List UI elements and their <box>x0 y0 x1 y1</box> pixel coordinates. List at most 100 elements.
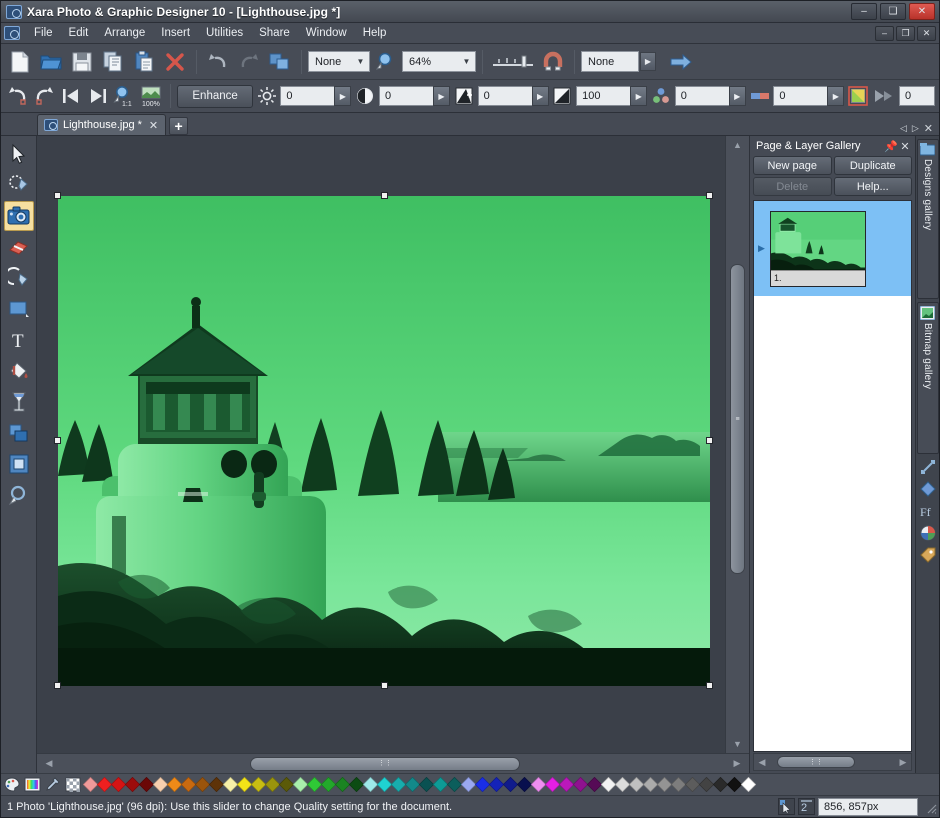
save-document-icon[interactable] <box>67 47 97 77</box>
tint-increment[interactable]: ▶ <box>827 86 845 106</box>
brightness-increment[interactable]: ▶ <box>334 86 352 106</box>
color-swatch[interactable] <box>348 777 364 792</box>
maximize-button[interactable]: ❑ <box>880 3 906 20</box>
contrast-increment[interactable]: ▶ <box>432 86 450 106</box>
panel-scroll-right[interactable]: ▶ <box>896 755 910 769</box>
selection-handle-middle-left[interactable] <box>54 437 61 444</box>
menu-arrange[interactable]: Arrange <box>96 25 153 41</box>
redo-icon[interactable] <box>32 81 58 111</box>
zoom-icon[interactable] <box>371 47 401 77</box>
color-swatch[interactable] <box>628 777 644 792</box>
next-photo-icon[interactable] <box>85 81 111 111</box>
resize-grip-icon[interactable] <box>923 800 937 814</box>
fill-bucket-icon[interactable] <box>4 356 34 386</box>
selection-handle-bottom-center[interactable] <box>381 682 388 689</box>
sharpen-icon[interactable] <box>451 81 477 111</box>
undo-icon[interactable] <box>203 47 233 77</box>
designs-gallery-tab[interactable]: Designs gallery <box>916 139 939 299</box>
duplicate-icon[interactable] <box>265 47 295 77</box>
palette-edit-icon[interactable] <box>3 776 22 794</box>
saturation-value[interactable]: 100 <box>576 86 631 106</box>
menu-insert[interactable]: Insert <box>153 25 198 41</box>
color-swatch[interactable] <box>292 777 308 792</box>
selection-handle-bottom-left[interactable] <box>54 682 61 689</box>
page-select[interactable]: None ▼ <box>308 51 370 72</box>
color-swatch[interactable] <box>684 777 700 792</box>
color-swatch[interactable] <box>152 777 168 792</box>
color-swatch[interactable] <box>264 777 280 792</box>
tint-value[interactable]: 0 <box>773 86 828 106</box>
color-swatch[interactable] <box>362 777 378 792</box>
color-swatch[interactable] <box>376 777 392 792</box>
eraser-tool[interactable] <box>4 232 34 262</box>
zoom-select[interactable]: 64% ▼ <box>402 51 476 72</box>
goblet-icon[interactable] <box>4 387 34 417</box>
tab-next-icon[interactable]: ▷ <box>912 123 919 134</box>
delete-icon[interactable] <box>160 47 190 77</box>
font-gallery-icon[interactable]: Ff <box>918 501 938 521</box>
saturation-icon[interactable] <box>550 81 576 111</box>
brightness-value[interactable]: 0 <box>280 86 335 106</box>
sharpen-increment[interactable]: ▶ <box>531 86 549 106</box>
color-balance-icon[interactable] <box>648 81 674 111</box>
name-gallery-icon[interactable] <box>918 545 938 565</box>
color-swatch[interactable] <box>96 777 112 792</box>
color-swatch[interactable] <box>278 777 294 792</box>
shape-editor-tool[interactable] <box>4 170 34 200</box>
document-restore-button[interactable]: ❐ <box>896 25 915 41</box>
layer-select-dropdown[interactable]: ▶ <box>640 52 656 71</box>
clipart-gallery-icon[interactable] <box>918 479 938 499</box>
document-tab[interactable]: Lighthouse.jpg * ✕ <box>37 114 167 135</box>
photo-tool[interactable] <box>3 201 34 231</box>
color-swatch[interactable] <box>250 777 266 792</box>
color-swatch[interactable] <box>180 777 196 792</box>
shadow-icon[interactable] <box>4 418 34 448</box>
freehand-pen-icon[interactable] <box>4 263 34 293</box>
color-swatch[interactable] <box>334 777 350 792</box>
color-swatch[interactable] <box>320 777 336 792</box>
new-tab-button[interactable]: + <box>169 117 189 135</box>
color-swatch[interactable] <box>544 777 560 792</box>
selection-handle-top-center[interactable] <box>381 192 388 199</box>
duplicate-page-button[interactable]: Duplicate <box>833 156 912 175</box>
color-swatch[interactable] <box>726 777 742 792</box>
color-swatch[interactable] <box>390 777 406 792</box>
camera-icon[interactable] <box>4 26 20 40</box>
color-swatch[interactable] <box>502 777 518 792</box>
color-swatch[interactable] <box>166 777 182 792</box>
color-swatches[interactable] <box>83 777 937 792</box>
canvas-horizontal-scrollbar[interactable]: ◀ ⋮⋮ ▶ <box>37 753 749 773</box>
color-swatch[interactable] <box>432 777 448 792</box>
document-canvas[interactable] <box>37 136 725 753</box>
color-editor-icon[interactable] <box>23 776 42 794</box>
temperature-increment[interactable]: ▶ <box>728 86 746 106</box>
menu-help[interactable]: Help <box>355 25 395 41</box>
close-button[interactable]: ✕ <box>909 3 935 20</box>
menu-window[interactable]: Window <box>298 25 355 41</box>
redo-icon[interactable] <box>234 47 264 77</box>
color-swatch[interactable] <box>670 777 686 792</box>
color-swatch[interactable] <box>614 777 630 792</box>
color-swatch[interactable] <box>124 777 140 792</box>
color-swatch[interactable] <box>446 777 462 792</box>
fill-gallery-icon[interactable] <box>918 457 938 477</box>
tab-close-icon[interactable]: ✕ <box>924 122 933 135</box>
tab-prev-icon[interactable]: ◁ <box>900 123 907 134</box>
close-icon[interactable]: ✕ <box>898 139 912 153</box>
canvas-vertical-scrollbar[interactable]: ▲ ≡ ▼ <box>725 136 749 753</box>
rectangle-tool[interactable] <box>4 294 34 324</box>
color-swatch[interactable] <box>572 777 588 792</box>
paste-icon[interactable] <box>129 47 159 77</box>
color-swatch[interactable] <box>404 777 420 792</box>
brightness-stepper[interactable]: 0 ▶ <box>280 86 352 106</box>
color-swatch[interactable] <box>558 777 574 792</box>
pin-icon[interactable]: 📌 <box>884 139 898 153</box>
bitmap-gallery-tab[interactable]: Bitmap gallery <box>916 302 939 454</box>
temperature-stepper[interactable]: 0 ▶ <box>674 86 746 106</box>
menu-share[interactable]: Share <box>251 25 298 41</box>
contrast-value[interactable]: 0 <box>378 86 433 106</box>
color-swatch[interactable] <box>740 777 756 792</box>
color-swatch[interactable] <box>642 777 658 792</box>
panel-horizontal-scrollbar[interactable]: ◀ ⋮⋮ ▶ <box>753 753 912 771</box>
color-swatch[interactable] <box>530 777 546 792</box>
